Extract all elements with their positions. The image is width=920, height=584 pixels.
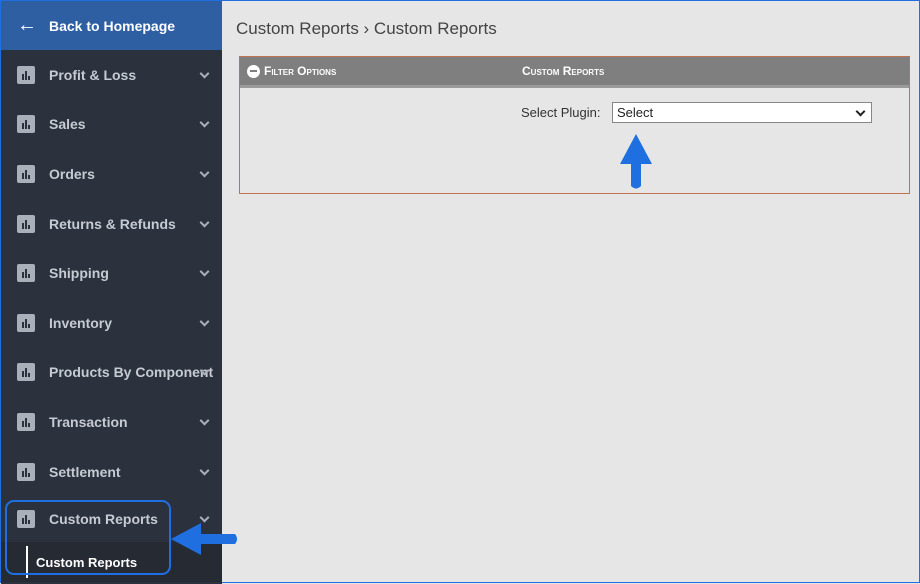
sidebar-item-label: Settlement xyxy=(49,463,121,480)
bar-chart-icon xyxy=(17,363,35,382)
back-to-homepage-link[interactable]: ← Back to Homepage xyxy=(1,1,222,50)
bar-chart-icon xyxy=(17,164,35,183)
bar-chart-icon xyxy=(17,313,35,332)
sidebar-item-label: Orders xyxy=(49,165,95,182)
sidebar-item-label: Shipping xyxy=(49,265,109,282)
chevron-down-icon xyxy=(199,415,210,426)
select-plugin-label: Select Plugin: xyxy=(521,105,601,120)
sidebar-item-label: Profit & Loss xyxy=(49,66,137,83)
sidebar-item-products-by-component[interactable]: Products By Component xyxy=(1,348,222,398)
sidebar-item-profit-loss[interactable]: Profit & Loss xyxy=(1,50,222,100)
annotation-arrow-up-icon xyxy=(620,134,652,189)
select-plugin-dropdown[interactable]: Select xyxy=(612,102,872,123)
sidebar-item-shipping[interactable]: Shipping xyxy=(1,248,222,298)
sidebar-item-orders[interactable]: Orders xyxy=(1,149,222,199)
chevron-down-icon xyxy=(199,465,210,476)
bar-chart-icon xyxy=(17,115,35,134)
panel-title: Custom Reports xyxy=(522,64,605,78)
sidebar-item-sales[interactable]: Sales xyxy=(1,100,222,150)
sidebar-item-transaction[interactable]: Transaction xyxy=(1,397,222,447)
chevron-down-icon xyxy=(199,118,210,128)
chevron-down-icon xyxy=(199,167,210,178)
back-label: Back to Homepage xyxy=(49,17,176,34)
sidebar-item-label: Inventory xyxy=(49,314,113,331)
filter-options-toggle[interactable]: Filter Options xyxy=(264,64,522,78)
bar-chart-icon xyxy=(17,264,35,283)
sidebar: ← Back to Homepage Profit & Loss Sales Orde… xyxy=(1,1,222,584)
sidebar-item-label: Sales xyxy=(49,116,86,133)
collapse-minus-icon[interactable] xyxy=(247,64,260,78)
chevron-down-icon xyxy=(199,217,210,228)
bar-chart-icon xyxy=(17,462,35,481)
sidebar-item-label: Products By Component xyxy=(49,364,214,381)
bar-chart-icon xyxy=(17,65,35,84)
chevron-down-icon xyxy=(199,68,210,79)
sidebar-item-returns-refunds[interactable]: Returns & Refunds xyxy=(1,199,222,249)
sidebar-item-label: Returns & Refunds xyxy=(49,215,176,232)
annotation-arrow-left-icon xyxy=(171,523,237,555)
panel-header: Filter Options Custom Reports xyxy=(240,57,909,88)
bar-chart-icon xyxy=(17,214,35,233)
chevron-down-icon xyxy=(199,316,210,327)
sidebar-item-label: Transaction xyxy=(49,413,128,430)
breadcrumb: Custom Reports › Custom Reports xyxy=(236,19,497,38)
annotation-highlight-box xyxy=(5,500,171,575)
chevron-down-icon xyxy=(199,266,210,277)
sidebar-item-inventory[interactable]: Inventory xyxy=(1,298,222,348)
bar-chart-icon xyxy=(17,412,35,431)
arrow-left-icon: ← xyxy=(17,14,37,36)
select-value: Select xyxy=(617,105,654,120)
sidebar-item-settlement[interactable]: Settlement xyxy=(1,447,222,497)
filter-panel: Filter Options Custom Reports Select Plu… xyxy=(239,56,910,194)
